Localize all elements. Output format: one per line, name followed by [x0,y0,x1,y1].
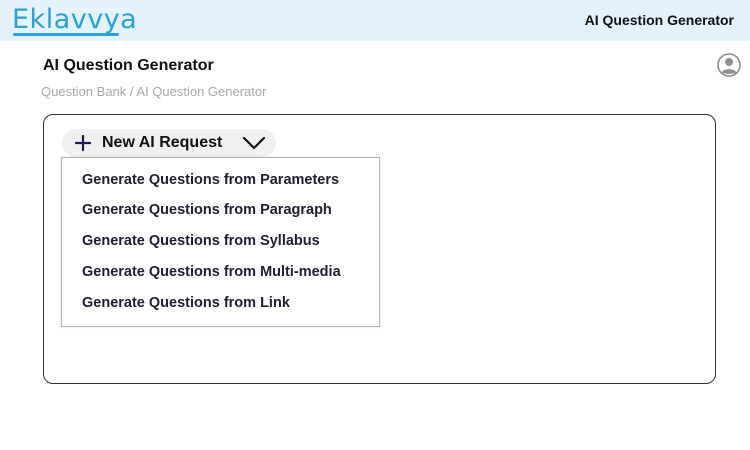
breadcrumb[interactable]: Question Bank / AI Question Generator [41,84,266,99]
menu-item-parameters[interactable]: Generate Questions from Parameters [82,172,339,194]
top-navbar: Eklavvya AI Question Generator [0,0,750,41]
new-ai-request-label: New AI Request [102,134,223,151]
chevron-down-icon [242,136,266,150]
menu-item-link[interactable]: Generate Questions from Link [82,295,290,317]
navbar-title: AI Question Generator [584,12,734,28]
plus-icon [75,135,91,151]
menu-item-paragraph[interactable]: Generate Questions from Paragraph [82,202,332,224]
menu-item-multi-media[interactable]: Generate Questions from Multi-media [82,264,341,286]
brand-logo[interactable]: Eklavvya [12,4,137,36]
menu-item-syllabus[interactable]: Generate Questions from Syllabus [82,233,320,255]
new-ai-request-button[interactable]: New AI Request [62,129,276,157]
brand-logo-underline [13,33,119,36]
new-request-dropdown-menu: Generate Questions from Parameters Gener… [61,157,380,327]
user-avatar-icon[interactable] [717,53,741,77]
page-title: AI Question Generator [43,57,214,74]
